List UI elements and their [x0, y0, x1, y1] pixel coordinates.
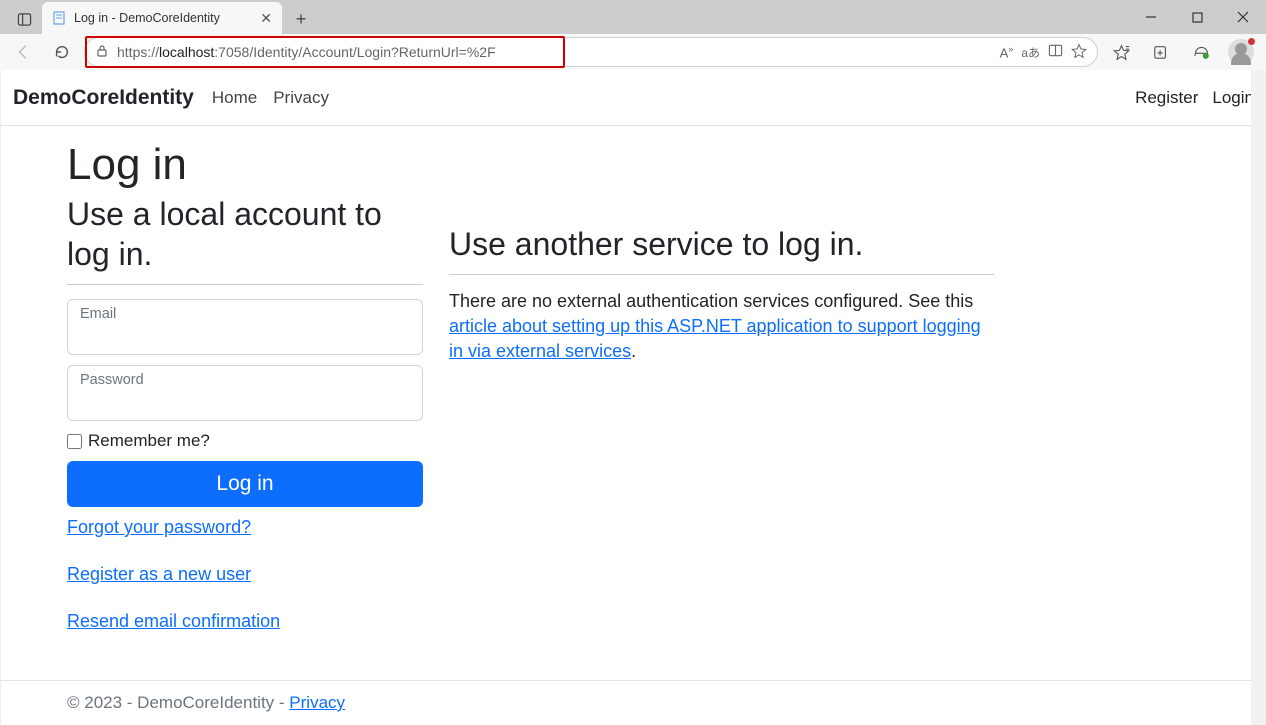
tab-actions-icon[interactable] — [6, 4, 42, 34]
divider — [67, 284, 423, 285]
external-login-section: Use another service to log in. There are… — [449, 194, 994, 658]
collections-icon[interactable] — [1144, 37, 1178, 67]
local-login-section: Use a local account to log in. Email Pas… — [67, 194, 423, 658]
scrollbar-track[interactable] — [1251, 70, 1266, 725]
email-field-wrapper: Email — [67, 299, 423, 355]
external-text: There are no external authentication ser… — [449, 289, 994, 365]
password-field[interactable] — [68, 366, 422, 420]
nav-login[interactable]: Login — [1212, 88, 1254, 108]
lock-icon[interactable] — [95, 44, 109, 61]
address-row: https://localhost:7058/Identity/Account/… — [0, 34, 1266, 70]
page-footer: © 2023 - DemoCoreIdentity - Privacy — [1, 680, 1266, 725]
read-aloud-icon[interactable]: A» — [1000, 44, 1014, 60]
browser-chrome: Log in - DemoCoreIdentity ✕ + https://lo… — [0, 0, 1266, 70]
tab-title: Log in - DemoCoreIdentity — [74, 11, 252, 25]
external-services-link[interactable]: article about setting up this ASP.NET ap… — [449, 316, 981, 361]
back-button[interactable] — [8, 37, 40, 67]
page-viewport: DemoCoreIdentity Home Privacy Register L… — [0, 70, 1266, 725]
nav-home[interactable]: Home — [212, 88, 257, 108]
profile-avatar[interactable] — [1224, 37, 1258, 67]
register-new-user-link[interactable]: Register as a new user — [67, 564, 251, 584]
main-container: Log in Use a local account to log in. Em… — [1, 126, 1266, 680]
remember-label: Remember me? — [88, 431, 210, 451]
local-heading: Use a local account to log in. — [67, 194, 423, 274]
external-heading: Use another service to log in. — [449, 224, 994, 264]
tab-row: Log in - DemoCoreIdentity ✕ + — [0, 0, 1266, 34]
password-field-wrapper: Password — [67, 365, 423, 421]
divider — [449, 274, 994, 275]
split-screen-icon[interactable] — [1048, 43, 1063, 61]
brand[interactable]: DemoCoreIdentity — [13, 86, 194, 110]
tab-close-icon[interactable]: ✕ — [260, 11, 272, 25]
minimize-button[interactable] — [1128, 0, 1174, 34]
url-text: https://localhost:7058/Identity/Account/… — [117, 44, 496, 60]
tab-favicon-icon — [52, 11, 66, 25]
page-title: Log in — [67, 140, 1266, 190]
site-navbar: DemoCoreIdentity Home Privacy Register L… — [1, 70, 1266, 126]
toolbar-icons — [1104, 37, 1258, 67]
performance-icon[interactable] — [1184, 37, 1218, 67]
translate-icon[interactable]: aあ — [1021, 44, 1040, 61]
address-bar[interactable]: https://localhost:7058/Identity/Account/… — [84, 37, 1098, 67]
nav-privacy[interactable]: Privacy — [273, 88, 329, 108]
window-controls — [1128, 0, 1266, 34]
refresh-button[interactable] — [46, 37, 78, 67]
remember-checkbox[interactable] — [67, 434, 82, 449]
browser-tab[interactable]: Log in - DemoCoreIdentity ✕ — [42, 2, 282, 34]
resend-confirmation-link[interactable]: Resend email confirmation — [67, 611, 280, 631]
email-field[interactable] — [68, 300, 422, 354]
maximize-button[interactable] — [1174, 0, 1220, 34]
footer-privacy-link[interactable]: Privacy — [289, 693, 345, 712]
favorite-star-icon[interactable] — [1071, 43, 1087, 62]
new-tab-button[interactable]: + — [286, 4, 316, 34]
window-close-button[interactable] — [1220, 0, 1266, 34]
forgot-password-link[interactable]: Forgot your password? — [67, 517, 251, 537]
login-button[interactable]: Log in — [67, 461, 423, 507]
favorites-icon[interactable] — [1104, 37, 1138, 67]
nav-register[interactable]: Register — [1135, 88, 1198, 108]
